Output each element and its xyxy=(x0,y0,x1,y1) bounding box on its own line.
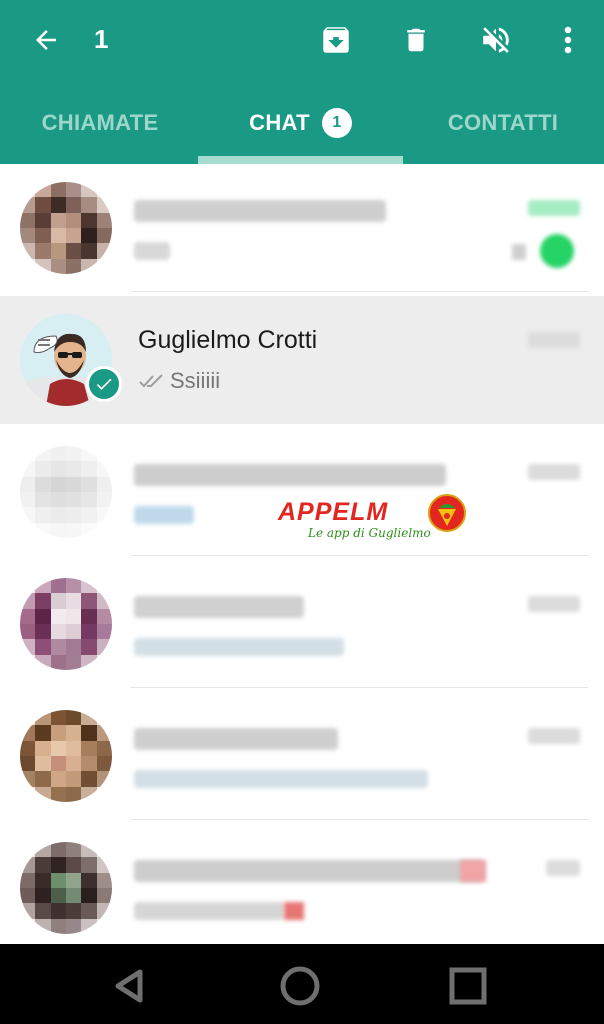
blurred-name xyxy=(134,200,386,222)
archive-icon xyxy=(323,27,349,53)
tab-contatti[interactable]: CONTATTI xyxy=(428,82,578,164)
archive-button[interactable] xyxy=(312,16,360,64)
appelmo-watermark-logo: APPELM Le app di Guglielmo xyxy=(278,494,468,546)
divider xyxy=(130,555,588,556)
blurred-time xyxy=(528,728,580,744)
chat-row[interactable] xyxy=(0,824,604,952)
unread-count-badge xyxy=(540,234,574,268)
blurred-message xyxy=(134,242,170,260)
blurred-name xyxy=(134,464,446,486)
chat-row-selected[interactable]: Guglielmo Crotti Ssiiiii xyxy=(0,296,604,424)
chat-list: Guglielmo Crotti Ssiiiii xyxy=(0,164,604,940)
mute-button[interactable] xyxy=(472,16,520,64)
blurred-time xyxy=(546,860,580,876)
selection-toolbar: 1 xyxy=(0,0,604,82)
avatar xyxy=(20,446,112,538)
last-message: Ssiiiii xyxy=(138,368,220,394)
blurred-time xyxy=(528,200,580,216)
muted-indicator-icon xyxy=(512,244,526,260)
blurred-message xyxy=(134,770,428,788)
contact-name: Guglielmo Crotti xyxy=(138,326,318,354)
selected-count: 1 xyxy=(94,24,109,54)
avatar xyxy=(20,182,112,274)
more-vert-icon xyxy=(564,26,572,54)
check-icon xyxy=(96,378,112,390)
arrow-left-icon xyxy=(36,30,56,50)
delete-icon xyxy=(407,28,425,52)
tab-label: CHAT xyxy=(249,110,310,135)
double-check-icon xyxy=(139,374,163,388)
blurred-emoji xyxy=(284,902,304,920)
blurred-time xyxy=(528,464,580,480)
back-nav-icon xyxy=(115,969,143,1003)
android-emblem-icon xyxy=(428,494,466,532)
blurred-time xyxy=(528,332,580,348)
avatar xyxy=(20,710,112,802)
nav-home-button[interactable] xyxy=(276,962,324,1010)
chat-row[interactable] xyxy=(0,164,604,292)
divider xyxy=(130,291,588,292)
blurred-emoji xyxy=(460,860,486,882)
blurred-time xyxy=(528,596,580,612)
chat-row[interactable] xyxy=(0,560,604,688)
back-button[interactable] xyxy=(22,16,70,64)
delete-button[interactable] xyxy=(392,16,440,64)
tab-label: CONTATTI xyxy=(447,110,559,135)
divider xyxy=(130,819,588,820)
home-nav-icon xyxy=(280,966,320,1006)
avatar xyxy=(20,842,112,934)
blurred-message xyxy=(134,638,344,656)
blurred-name xyxy=(134,860,484,882)
mute-icon xyxy=(483,27,509,53)
whatsapp-screen: 1 CHIAMATE CHAT 1 CONTATTI Guglielmo Cro… xyxy=(0,0,604,1024)
blurred-name xyxy=(134,728,338,750)
blurred-name xyxy=(134,596,304,618)
recents-nav-icon xyxy=(449,967,487,1005)
watermark-title: APPELM xyxy=(278,498,389,526)
nav-recents-button[interactable] xyxy=(444,962,492,1010)
system-navigation-bar xyxy=(0,944,604,1024)
tab-chiamate[interactable]: CHIAMATE xyxy=(20,82,180,164)
more-options-button[interactable] xyxy=(544,16,592,64)
active-tab-indicator xyxy=(198,156,403,164)
blurred-message xyxy=(134,506,194,524)
nav-back-button[interactable] xyxy=(106,962,154,1010)
tab-chat[interactable]: CHAT 1 xyxy=(198,82,403,164)
blurred-message xyxy=(134,902,284,920)
watermark-subtitle: Le app di Guglielmo xyxy=(308,526,431,540)
selected-check-badge xyxy=(86,366,122,402)
tab-bar: CHIAMATE CHAT 1 CONTATTI xyxy=(0,82,604,164)
tab-label: CHIAMATE xyxy=(41,110,159,135)
divider xyxy=(130,687,588,688)
unread-badge: 1 xyxy=(321,108,352,138)
avatar xyxy=(20,578,112,670)
chat-row[interactable] xyxy=(0,692,604,820)
last-message-text: Ssiiiii xyxy=(170,368,221,393)
